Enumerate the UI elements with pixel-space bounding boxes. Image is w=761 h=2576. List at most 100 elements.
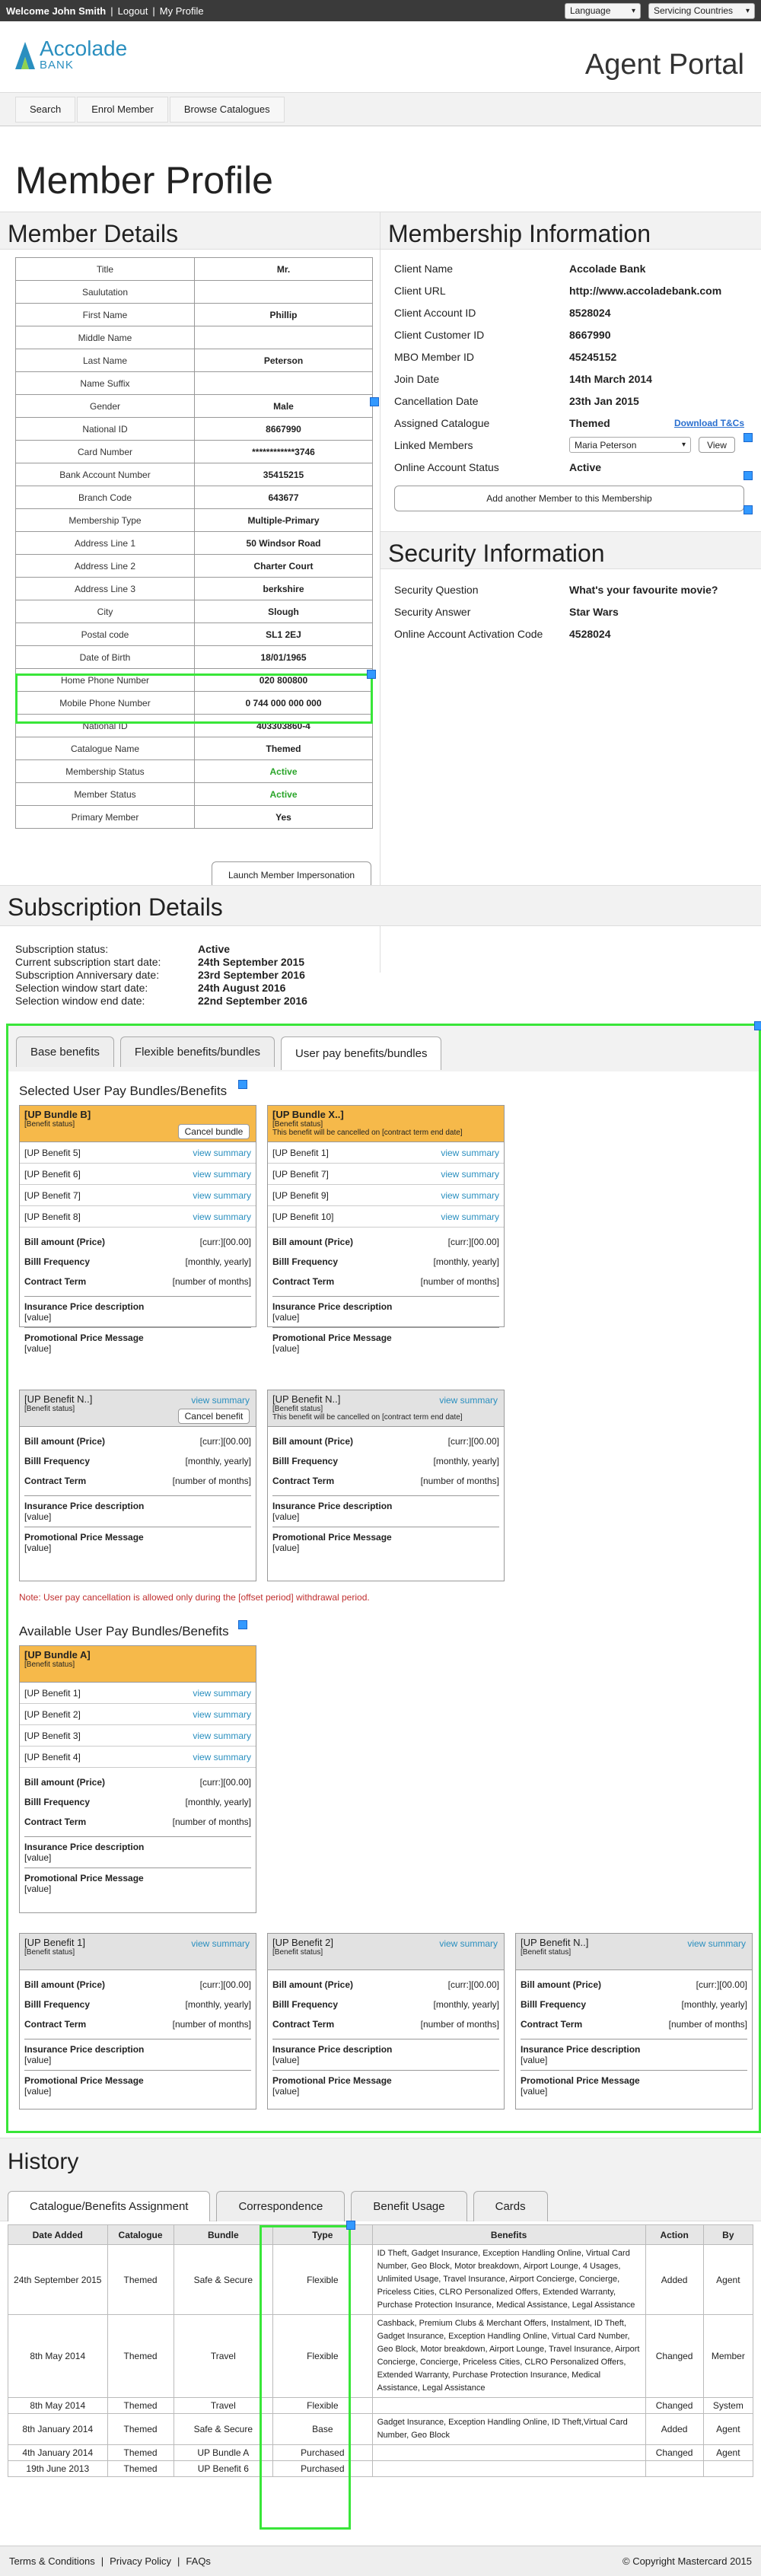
- view-summary-link[interactable]: view summary: [441, 1148, 499, 1158]
- benefit-name: [UP Benefit 8]: [24, 1211, 81, 1222]
- view-summary-link[interactable]: view summary: [193, 1212, 251, 1222]
- view-summary-link[interactable]: view summary: [193, 1752, 251, 1762]
- promo-label: Promotional Price Message: [24, 1333, 144, 1343]
- resize-handle[interactable]: [754, 1021, 761, 1030]
- resize-handle[interactable]: [370, 397, 379, 406]
- security-info-row: Online Account Activation Code 4528024: [380, 623, 761, 645]
- my-profile-link[interactable]: My Profile: [160, 5, 204, 17]
- resize-handle[interactable]: [743, 471, 753, 480]
- language-select[interactable]: Language ▾: [565, 2, 641, 19]
- price-row: Billl Frequency [monthly, yearly]: [24, 1995, 251, 2014]
- info-label: Assigned Catalogue: [394, 416, 490, 429]
- view-summary-link[interactable]: view summary: [193, 1709, 251, 1720]
- tab-correspondence[interactable]: Correspondence: [216, 2191, 345, 2221]
- view-summary-link[interactable]: view summary: [441, 1212, 499, 1222]
- benefit-name: [UP Benefit 2]: [24, 1708, 81, 1720]
- price-label: Bill amount (Price): [24, 1979, 106, 1990]
- tab-user-pay-benefits[interactable]: User pay benefits/bundles: [281, 1036, 442, 1070]
- benefit-name: [UP Benefit 1]: [24, 1687, 81, 1699]
- resize-handle[interactable]: [346, 2221, 355, 2230]
- price-value: [number of months]: [172, 1476, 251, 1486]
- member-detail-row: Card Number ************3746: [15, 440, 373, 463]
- linked-members-row: Linked Members Maria Peterson ▾ View: [380, 434, 761, 456]
- tab-cards[interactable]: Cards: [473, 2191, 548, 2221]
- tab-flexible-benefits[interactable]: Flexible benefits/bundles: [119, 1036, 275, 1067]
- tab-benefit-usage[interactable]: Benefit Usage: [351, 2191, 467, 2221]
- view-summary-link[interactable]: view summary: [439, 1395, 498, 1406]
- resize-handle[interactable]: [238, 1620, 247, 1629]
- footer-terms-link[interactable]: Terms & Conditions: [9, 2555, 95, 2567]
- linked-members-select[interactable]: Maria Peterson ▾: [569, 437, 691, 453]
- view-summary-link[interactable]: view summary: [439, 1938, 498, 1949]
- history-cell-date: 8th May 2014: [8, 2314, 108, 2398]
- download-tcs-link[interactable]: Download T&Cs: [674, 418, 744, 428]
- promo-value: [value]: [24, 2086, 52, 2097]
- resize-handle[interactable]: [743, 505, 753, 514]
- history-cell-benefits: [371, 2397, 646, 2414]
- detail-label: Bank Account Number: [15, 463, 195, 486]
- price-row: Contract Term [number of months]: [24, 2014, 251, 2034]
- detail-label: Address Line 3: [15, 577, 195, 600]
- view-summary-link[interactable]: view summary: [441, 1169, 499, 1180]
- nav-search[interactable]: Search: [15, 96, 76, 123]
- price-value: [curr:][00.00]: [447, 1979, 499, 1990]
- resize-handle[interactable]: [743, 433, 753, 442]
- membership-info-row: Client URL http://www.accoladebank.com: [380, 279, 761, 301]
- servicing-countries-select[interactable]: Servicing Countries ▾: [648, 2, 755, 19]
- info-label: Client Customer ID: [394, 328, 485, 341]
- available-benefit-card-1: [UP Benefit 1] [Benefit status] view sum…: [19, 1933, 256, 2110]
- cancel-benefit-button[interactable]: Cancel benefit: [178, 1409, 250, 1424]
- view-summary-link[interactable]: view summary: [441, 1190, 499, 1201]
- subscription-row: Subscription status: Active: [0, 943, 761, 956]
- price-label: Billl Frequency: [24, 1999, 91, 2010]
- info-label: Client Name: [394, 262, 454, 275]
- insurance-desc-label: Insurance Price description: [272, 2044, 393, 2055]
- benefit-row: [UP Benefit 2] view summary: [20, 1704, 256, 1725]
- detail-label: Membership Status: [15, 759, 195, 783]
- history-cell-bundle: Travel: [173, 2397, 274, 2414]
- price-row: Bill amount (Price) [curr:][00.00]: [24, 1772, 251, 1792]
- nav-enrol-member[interactable]: Enrol Member: [77, 96, 168, 123]
- view-summary-link[interactable]: view summary: [193, 1190, 251, 1201]
- member-details-table: Title Mr. Saulutation First Name Phillip Midd…: [15, 257, 373, 829]
- price-row: Billl Frequency [monthly, yearly]: [272, 1252, 499, 1272]
- view-summary-link[interactable]: view summary: [193, 1688, 251, 1699]
- online-status-row: Online Account Status Active: [394, 460, 602, 473]
- footer-faqs-link[interactable]: FAQs: [186, 2555, 211, 2567]
- logout-link[interactable]: Logout: [118, 5, 148, 17]
- detail-value: 020 800800: [194, 668, 373, 692]
- history-cell-type: Flexible: [272, 2314, 373, 2398]
- benefit-name: [UP Benefit 5]: [24, 1147, 81, 1158]
- price-label: Bill amount (Price): [24, 1777, 106, 1788]
- view-summary-link[interactable]: view summary: [191, 1938, 250, 1949]
- view-summary-link[interactable]: view summary: [193, 1148, 251, 1158]
- view-summary-link[interactable]: view summary: [193, 1731, 251, 1741]
- history-cell-date: 8th May 2014: [8, 2397, 108, 2414]
- detail-value: Active: [194, 759, 373, 783]
- detail-label: Mobile Phone Number: [15, 691, 195, 715]
- history-cell-type: Flexible: [272, 2244, 373, 2315]
- price-value: [number of months]: [420, 1276, 499, 1287]
- bundle-title: [UP Bundle X..]: [272, 1109, 344, 1120]
- add-member-button[interactable]: Add another Member to this Membership: [394, 486, 744, 511]
- logo-line2: BANK: [40, 59, 74, 72]
- tab-catalogue-assignment[interactable]: Catalogue/Benefits Assignment: [8, 2191, 211, 2221]
- view-summary-link[interactable]: view summary: [687, 1938, 746, 1949]
- history-cell-catalogue: Themed: [107, 2413, 174, 2445]
- price-label: Contract Term: [24, 1817, 87, 1827]
- resize-handle[interactable]: [238, 1080, 247, 1089]
- footer-privacy-link[interactable]: Privacy Policy: [110, 2555, 171, 2567]
- view-summary-link[interactable]: view summary: [191, 1395, 250, 1406]
- cancel-bundle-button[interactable]: Cancel bundle: [178, 1124, 250, 1139]
- benefit-card-n2: [UP Benefit N..] [Benefit status] This b…: [267, 1390, 505, 1581]
- nav-browse-catalogues[interactable]: Browse Catalogues: [169, 96, 285, 123]
- accolade-bank-logo[interactable]: Accolade BANK: [14, 38, 127, 71]
- detail-label: Date of Birth: [15, 645, 195, 669]
- view-linked-member-button[interactable]: View: [699, 437, 735, 453]
- subscription-row: Current subscription start date: 24th Sep…: [0, 956, 761, 969]
- subscription-value: 23rd September 2016: [198, 969, 305, 981]
- resize-handle[interactable]: [367, 670, 376, 679]
- tab-base-benefits[interactable]: Base benefits: [16, 1036, 114, 1067]
- member-detail-row: City Slough: [15, 600, 373, 623]
- view-summary-link[interactable]: view summary: [193, 1169, 251, 1180]
